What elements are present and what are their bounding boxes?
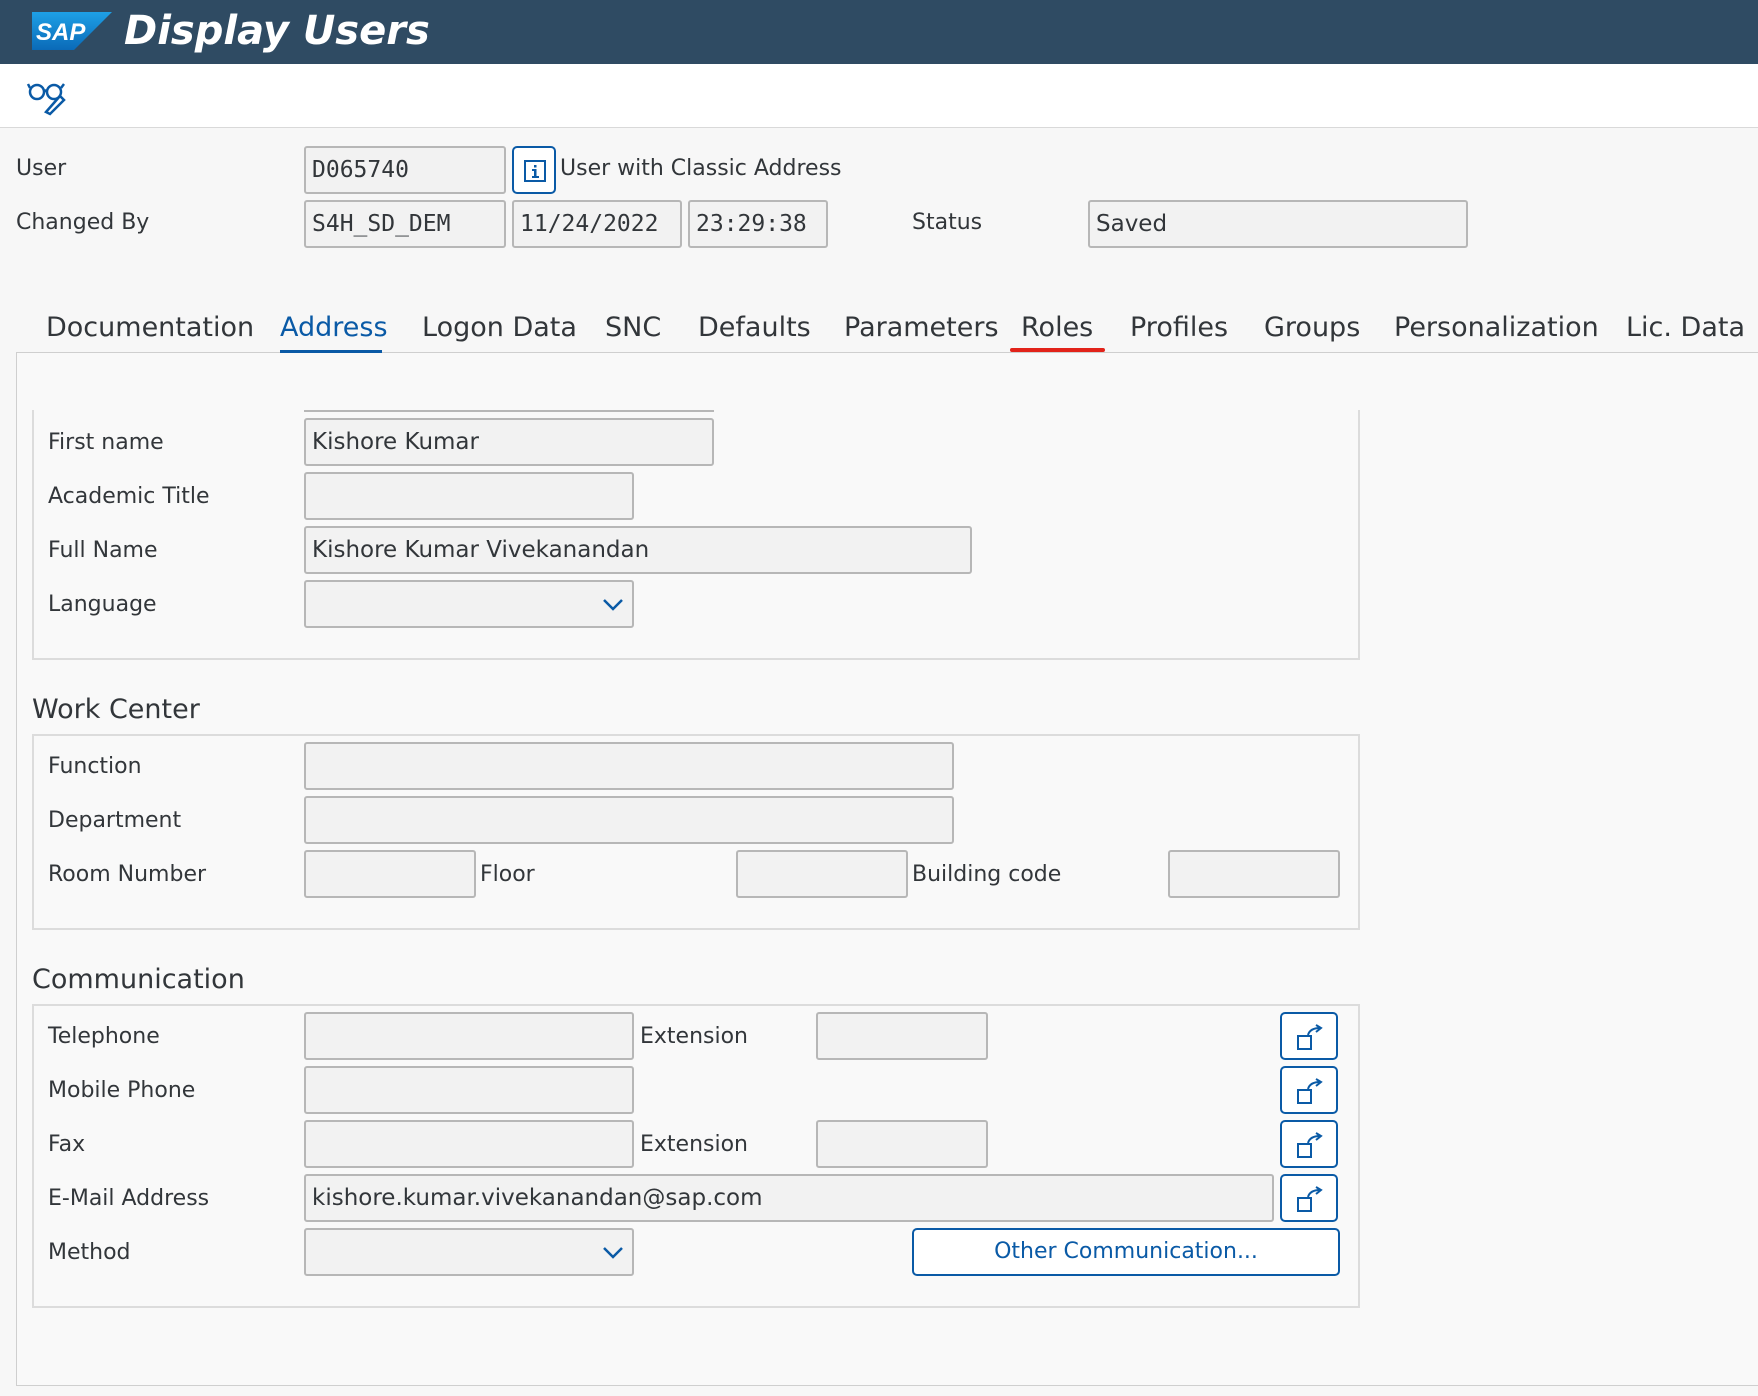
chevron-down-icon <box>603 1247 623 1259</box>
tab-profiles[interactable]: Profiles <box>1130 310 1228 346</box>
toolbar <box>0 64 1758 128</box>
mobile-more-button[interactable] <box>1280 1066 1338 1114</box>
tab-address[interactable]: Address <box>280 310 388 346</box>
tab-logon-data[interactable]: Logon Data <box>422 310 577 346</box>
fax-extension-label: Extension <box>640 1132 749 1157</box>
communication-title: Communication <box>32 964 245 995</box>
first-name-field[interactable]: Kishore Kumar <box>304 418 714 466</box>
chevron-down-icon <box>603 599 623 611</box>
open-details-icon <box>1297 1024 1323 1050</box>
status-field[interactable]: Saved <box>1088 200 1468 248</box>
tab-roles[interactable]: Roles <box>1021 310 1093 346</box>
tab-parameters[interactable]: Parameters <box>844 310 999 346</box>
scrolled-field-edge <box>304 410 714 412</box>
fax-extension-field[interactable] <box>816 1120 988 1168</box>
email-field[interactable]: kishore.kumar.vivekanandan@sap.com <box>304 1174 1274 1222</box>
user-type-text: User with Classic Address <box>560 156 842 181</box>
changed-date-field[interactable]: 11/24/2022 <box>512 200 682 248</box>
department-label: Department <box>48 808 182 833</box>
floor-label: Floor <box>480 862 535 887</box>
changed-by-field[interactable]: S4H_SD_DEM <box>304 200 506 248</box>
floor-field[interactable] <box>736 850 908 898</box>
room-number-label: Room Number <box>48 862 207 887</box>
telephone-more-button[interactable] <box>1280 1012 1338 1060</box>
building-code-field[interactable] <box>1168 850 1340 898</box>
tab-defaults[interactable]: Defaults <box>698 310 811 346</box>
fax-label: Fax <box>48 1132 86 1157</box>
user-info-button[interactable] <box>512 146 556 194</box>
function-label: Function <box>48 754 142 779</box>
work-center-title: Work Center <box>32 694 200 725</box>
active-tab-indicator <box>280 350 382 353</box>
tab-groups[interactable]: Groups <box>1264 310 1360 346</box>
info-icon <box>524 160 546 182</box>
room-number-field[interactable] <box>304 850 476 898</box>
telephone-extension-field[interactable] <box>816 1012 988 1060</box>
first-name-label: First name <box>48 430 164 455</box>
building-code-label: Building code <box>912 862 1062 887</box>
status-label: Status <box>912 210 983 235</box>
telephone-label: Telephone <box>48 1024 160 1049</box>
changed-time-field[interactable]: 23:29:38 <box>688 200 828 248</box>
language-label: Language <box>48 592 157 617</box>
changed-by-label: Changed By <box>16 210 150 235</box>
tab-personalization[interactable]: Personalization <box>1394 310 1599 346</box>
mobile-phone-label: Mobile Phone <box>48 1078 196 1103</box>
full-name-label: Full Name <box>48 538 158 563</box>
function-field[interactable] <box>304 742 954 790</box>
other-communication-button[interactable]: Other Communication... <box>912 1228 1340 1276</box>
language-select[interactable] <box>304 580 634 628</box>
roles-tab-highlight <box>1010 348 1105 352</box>
open-details-icon <box>1297 1132 1323 1158</box>
email-more-button[interactable] <box>1280 1174 1338 1222</box>
telephone-field[interactable] <box>304 1012 634 1060</box>
method-label: Method <box>48 1240 131 1265</box>
academic-title-label: Academic Title <box>48 484 210 509</box>
mobile-phone-field[interactable] <box>304 1066 634 1114</box>
open-details-icon <box>1297 1186 1323 1212</box>
full-name-field[interactable]: Kishore Kumar Vivekanandan <box>304 526 972 574</box>
tab-snc[interactable]: SNC <box>605 310 661 346</box>
tab-lic-data[interactable]: Lic. Data <box>1626 310 1745 346</box>
sap-logo-text: SAP <box>36 19 86 46</box>
page-title: Display Users <box>124 8 430 54</box>
open-details-icon <box>1297 1078 1323 1104</box>
tab-documentation[interactable]: Documentation <box>46 310 254 346</box>
sap-logo: SAP <box>32 12 112 50</box>
user-field[interactable]: D065740 <box>304 146 506 194</box>
fax-more-button[interactable] <box>1280 1120 1338 1168</box>
email-label: E-Mail Address <box>48 1186 210 1211</box>
department-field[interactable] <box>304 796 954 844</box>
display-change-glasses-icon[interactable] <box>26 76 68 116</box>
academic-title-field[interactable] <box>304 472 634 520</box>
method-select[interactable] <box>304 1228 634 1276</box>
telephone-extension-label: Extension <box>640 1024 749 1049</box>
user-label: User <box>16 156 67 181</box>
fax-field[interactable] <box>304 1120 634 1168</box>
